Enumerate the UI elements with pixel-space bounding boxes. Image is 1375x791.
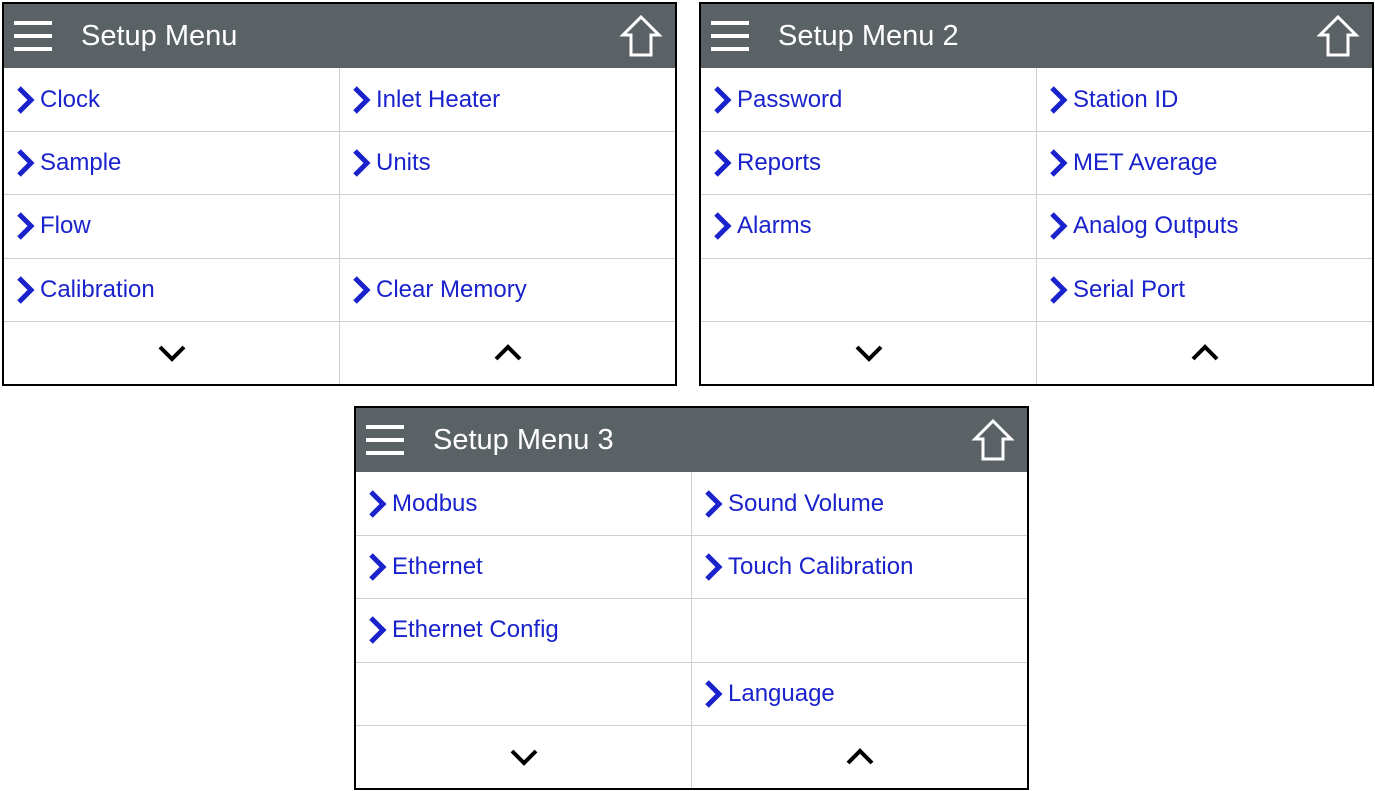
chevron-right-icon: [714, 212, 732, 241]
chevron-right-icon: [705, 489, 723, 518]
scroll-up-button[interactable]: [692, 724, 1027, 788]
menu-item-label: Alarms: [737, 212, 812, 240]
menu-item-alarms[interactable]: Alarms: [701, 194, 1037, 258]
chevron-down-icon: [855, 345, 882, 362]
menu-item-language[interactable]: Language: [692, 661, 1027, 725]
menu-item-touch-calibration[interactable]: Touch Calibration: [692, 535, 1027, 598]
chevron-right-icon: [353, 149, 371, 178]
scroll-down-button[interactable]: [356, 724, 692, 788]
screen-title: Setup Menu 2: [778, 20, 959, 52]
menu-item-label: MET Average: [1073, 149, 1218, 177]
menu-item-analog-outputs[interactable]: Analog Outputs: [1037, 194, 1372, 257]
chevron-right-icon: [353, 275, 371, 304]
menu-item-label: Language: [728, 679, 835, 707]
menu-item-label: Ethernet: [392, 553, 483, 581]
menu-item-label: Station ID: [1073, 85, 1179, 113]
chevron-up-icon: [1191, 344, 1218, 361]
menu-grid: Password Station ID Reports MET Average Alar…: [701, 68, 1372, 384]
title-bar: Setup Menu: [4, 4, 675, 68]
menu-item-password[interactable]: Password: [701, 68, 1037, 132]
chevron-right-icon: [17, 275, 35, 304]
menu-item-label: Flow: [40, 212, 91, 240]
menu-item-modbus[interactable]: Modbus: [356, 472, 692, 536]
chevron-right-icon: [714, 149, 732, 178]
empty-cell: [340, 194, 675, 257]
chevron-right-icon: [17, 212, 35, 241]
home-icon[interactable]: [971, 418, 1015, 462]
chevron-right-icon: [369, 616, 387, 645]
hamburger-menu-icon[interactable]: [366, 425, 404, 455]
menu-item-label: Sound Volume: [728, 489, 885, 517]
chevron-down-icon: [158, 345, 185, 362]
empty-cell: [356, 661, 692, 725]
chevron-right-icon: [1050, 275, 1068, 304]
menu-item-label: Clear Memory: [376, 275, 527, 303]
scroll-up-button[interactable]: [340, 320, 675, 384]
menu-item-ethernet-config[interactable]: Ethernet Config: [356, 598, 692, 662]
menu-item-label: Reports: [737, 149, 822, 177]
chevron-right-icon: [369, 553, 387, 582]
menu-item-label: Serial Port: [1073, 275, 1186, 303]
menu-item-label: Sample: [40, 149, 122, 177]
menu-item-met-average[interactable]: MET Average: [1037, 131, 1372, 194]
menu-item-flow[interactable]: Flow: [4, 194, 340, 258]
screen-title: Setup Menu 3: [433, 424, 614, 456]
chevron-up-icon: [494, 344, 521, 361]
menu-grid: Clock Inlet Heater Sample Units Flow Calibrat…: [4, 68, 675, 384]
menu-item-label: Modbus: [392, 489, 478, 517]
chevron-up-icon: [846, 748, 873, 765]
menu-item-sound-volume[interactable]: Sound Volume: [692, 472, 1027, 535]
menu-grid: Modbus Sound Volume Ethernet Touch Calibrat…: [356, 472, 1027, 788]
home-icon[interactable]: [1316, 14, 1360, 58]
chevron-right-icon: [705, 553, 723, 582]
hamburger-menu-icon[interactable]: [14, 21, 52, 51]
chevron-right-icon: [353, 85, 371, 114]
menu-item-clock[interactable]: Clock: [4, 68, 340, 132]
menu-item-clear-memory[interactable]: Clear Memory: [340, 257, 675, 321]
menu-item-label: Clock: [40, 85, 101, 113]
menu-item-reports[interactable]: Reports: [701, 131, 1037, 195]
title-bar: Setup Menu 2: [701, 4, 1372, 68]
empty-cell: [701, 257, 1037, 321]
menu-item-label: Inlet Heater: [376, 85, 501, 113]
menu-item-units[interactable]: Units: [340, 131, 675, 194]
menu-item-label: Analog Outputs: [1073, 212, 1239, 240]
menu-item-label: Password: [737, 85, 843, 113]
title-bar: Setup Menu 3: [356, 408, 1027, 472]
scroll-down-button[interactable]: [4, 320, 340, 384]
setup-menu-screen-3: Setup Menu 3 Modbus Sound Volume Ethernet T…: [354, 406, 1029, 790]
scroll-up-button[interactable]: [1037, 320, 1372, 384]
setup-menu-screen-2: Setup Menu 2 Password Station ID Reports ME…: [699, 2, 1374, 386]
chevron-down-icon: [510, 749, 537, 766]
screen-title: Setup Menu: [81, 20, 238, 52]
menu-item-label: Touch Calibration: [728, 553, 914, 581]
chevron-right-icon: [17, 149, 35, 178]
menu-item-label: Ethernet Config: [392, 616, 559, 644]
chevron-right-icon: [705, 679, 723, 708]
chevron-right-icon: [1050, 85, 1068, 114]
menu-item-station-id[interactable]: Station ID: [1037, 68, 1372, 131]
empty-cell: [692, 598, 1027, 661]
menu-item-label: Calibration: [40, 275, 155, 303]
hamburger-menu-icon[interactable]: [711, 21, 749, 51]
menu-item-sample[interactable]: Sample: [4, 131, 340, 195]
chevron-right-icon: [714, 85, 732, 114]
menu-item-inlet-heater[interactable]: Inlet Heater: [340, 68, 675, 131]
menu-item-calibration[interactable]: Calibration: [4, 257, 340, 321]
chevron-right-icon: [369, 489, 387, 518]
chevron-right-icon: [1050, 212, 1068, 241]
home-icon[interactable]: [619, 14, 663, 58]
scroll-down-button[interactable]: [701, 320, 1037, 384]
chevron-right-icon: [1050, 149, 1068, 178]
setup-menu-screen-1: Setup Menu Clock Inlet Heater Sample Units F…: [2, 2, 677, 386]
menu-item-ethernet[interactable]: Ethernet: [356, 535, 692, 599]
menu-item-label: Units: [376, 149, 431, 177]
menu-item-serial-port[interactable]: Serial Port: [1037, 257, 1372, 321]
chevron-right-icon: [17, 85, 35, 114]
